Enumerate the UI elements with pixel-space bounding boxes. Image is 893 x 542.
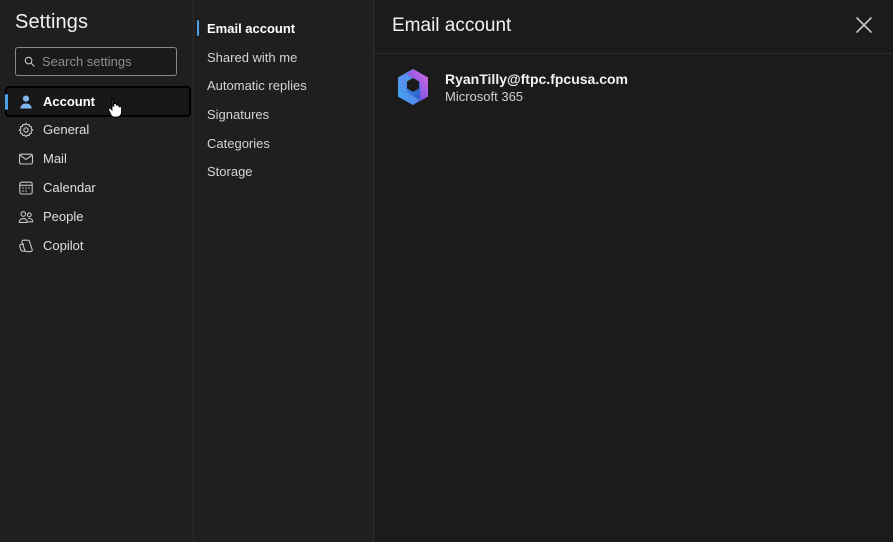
- microsoft-365-logo-icon: [398, 69, 428, 105]
- mail-icon: [18, 153, 34, 165]
- settings-category-pane: Settings Account General: [0, 0, 194, 542]
- hand-cursor-icon: [108, 97, 122, 118]
- account-email: RyanTilly@ftpc.fpcusa.com: [445, 70, 628, 87]
- nav-item-calendar[interactable]: Calendar: [5, 173, 191, 202]
- close-icon[interactable]: [855, 16, 873, 34]
- page-title: Email account: [392, 15, 512, 36]
- copilot-icon: [19, 239, 33, 252]
- subnav-item-storage[interactable]: Storage: [197, 157, 367, 186]
- nav-item-label: General: [43, 122, 90, 137]
- calendar-icon: [19, 181, 33, 195]
- person-icon: [20, 95, 32, 108]
- panel-header: Email account: [374, 0, 893, 54]
- settings-nav: Account General Mail Calendar People Cop…: [5, 86, 191, 260]
- subnav-item-automatic-replies[interactable]: Automatic replies: [197, 71, 367, 100]
- nav-item-label: Calendar: [43, 180, 96, 195]
- account-subnav: Email account Shared with me Automatic r…: [197, 14, 367, 186]
- nav-item-general[interactable]: General: [5, 115, 191, 144]
- account-entry: RyanTilly@ftpc.fpcusa.com Microsoft 365: [394, 67, 628, 107]
- nav-item-copilot[interactable]: Copilot: [5, 231, 191, 260]
- subnav-item-signatures[interactable]: Signatures: [197, 100, 367, 129]
- settings-title: Settings: [15, 11, 89, 33]
- settings-window: Settings Account General: [0, 0, 893, 542]
- search-input[interactable]: [42, 54, 172, 69]
- search-icon: [24, 56, 35, 67]
- nav-item-label: Account: [43, 94, 95, 109]
- subnav-item-email-account[interactable]: Email account: [197, 14, 367, 43]
- subnav-item-shared-with-me[interactable]: Shared with me: [197, 43, 367, 72]
- email-account-panel: Email account RyanTilly@ftpc.fpcusa.com …: [374, 0, 893, 542]
- nav-item-label: People: [43, 209, 84, 224]
- nav-item-account[interactable]: Account: [5, 86, 191, 117]
- account-type: Microsoft 365: [445, 88, 524, 104]
- subnav-item-categories[interactable]: Categories: [197, 129, 367, 158]
- nav-item-people[interactable]: People: [5, 202, 191, 231]
- account-subnav-pane: Email account Shared with me Automatic r…: [194, 0, 374, 542]
- nav-item-label: Copilot: [43, 238, 84, 253]
- nav-item-label: Mail: [43, 151, 67, 166]
- account-details: RyanTilly@ftpc.fpcusa.com Microsoft 365: [445, 71, 628, 104]
- people-icon: [18, 210, 34, 223]
- nav-item-mail[interactable]: Mail: [5, 144, 191, 173]
- search-box[interactable]: [15, 47, 177, 76]
- gear-icon: [18, 122, 34, 137]
